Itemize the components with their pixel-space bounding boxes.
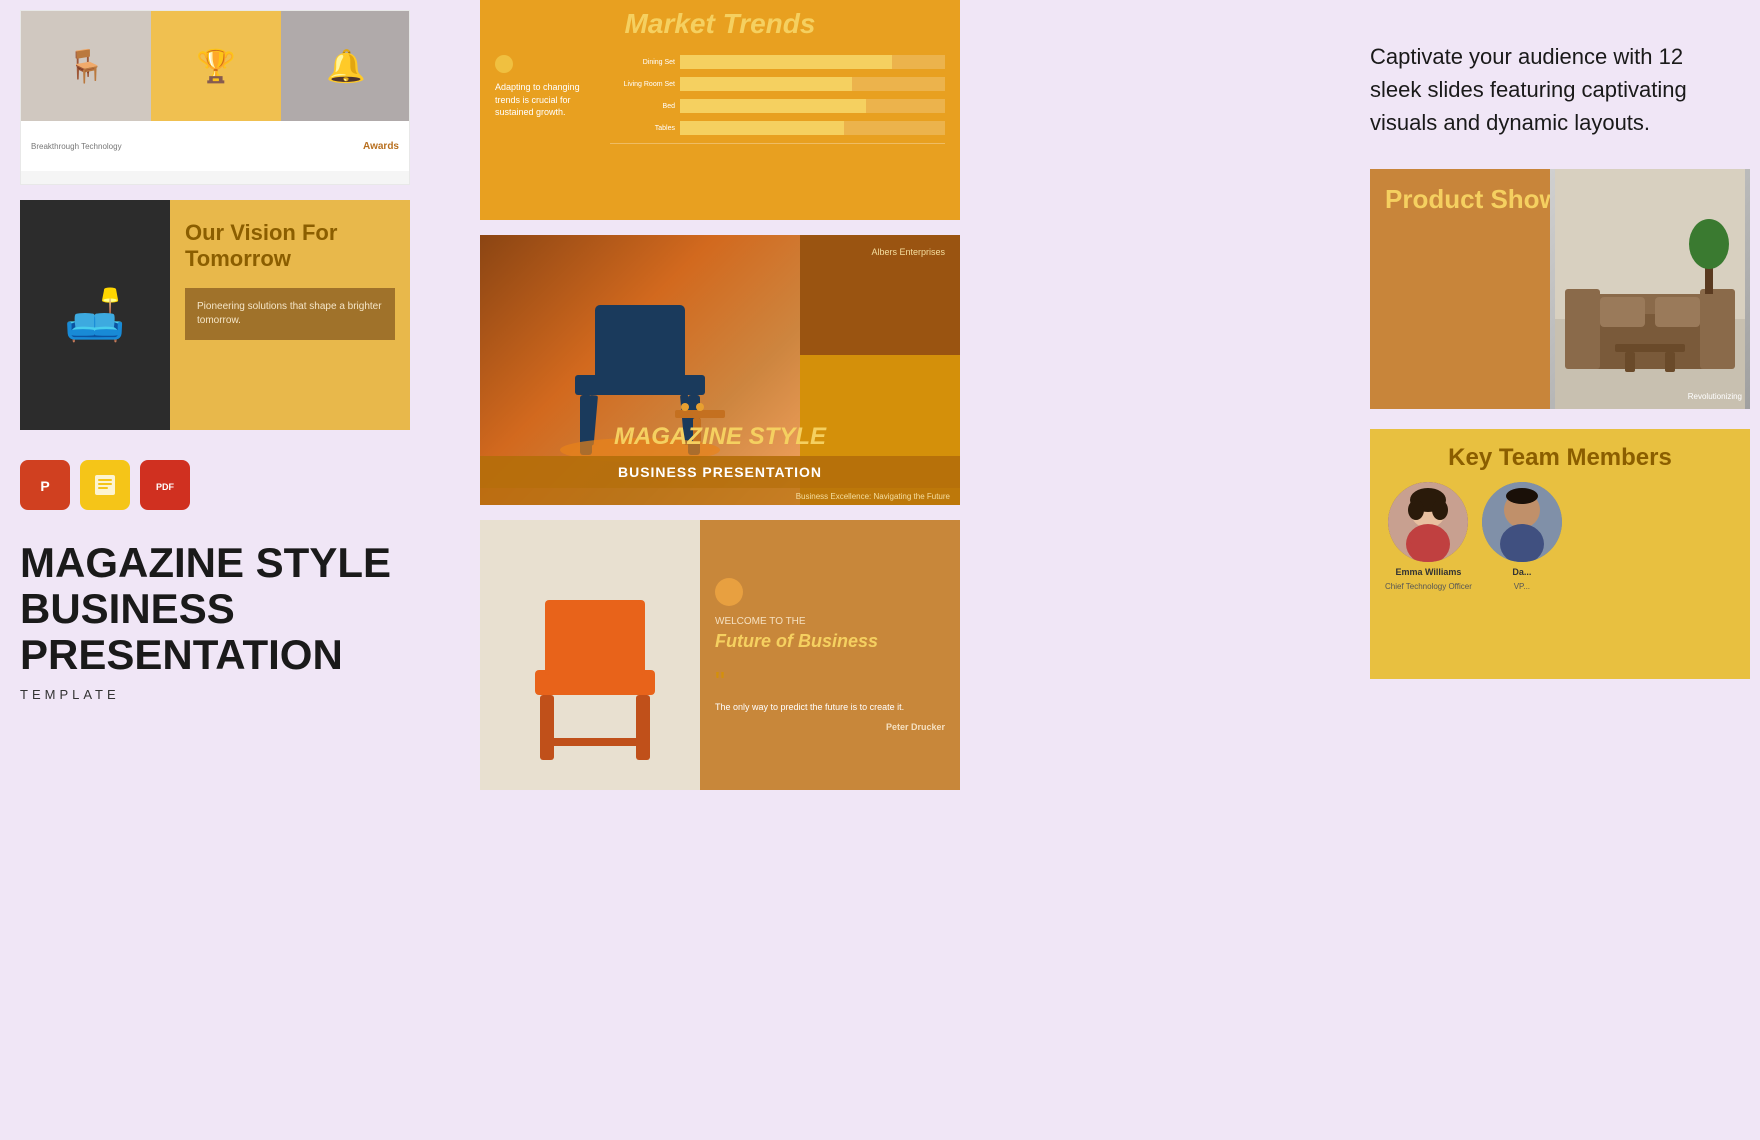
- thumb-chair: 🪑: [21, 11, 151, 121]
- ps-photo: [1550, 169, 1750, 409]
- bar-bg-4: [680, 121, 945, 135]
- center-column: Market Trends Adapting to changing trend…: [460, 0, 1360, 1140]
- mag-company: Albers Enterprises: [871, 247, 945, 257]
- left-column: 🪑 🏆 🔔 Breakthrough Technology Awards 🛋️ …: [0, 0, 460, 1140]
- svg-text:PDF: PDF: [156, 482, 175, 492]
- mt-chart: Dining Set Living Room Set Bed: [610, 55, 945, 144]
- mt-left-panel: Adapting to changing trends is crucial f…: [495, 55, 595, 119]
- bar-label-2: Living Room Set: [610, 81, 675, 88]
- avatar-member2-svg: [1482, 482, 1562, 562]
- mag-title-area: MAGAZINE STYLE BUSINESS PRESENTATION Bus…: [480, 418, 960, 505]
- welcome-slide[interactable]: WELCOME TO THE Future of Business " The …: [480, 520, 960, 790]
- product-showcase-slide[interactable]: Product Showcase: [1370, 169, 1750, 409]
- welcome-circle: [715, 578, 743, 606]
- magazine-main-slide[interactable]: Albers Enterprises MAGAZINE STYLE BUSINE…: [480, 235, 960, 505]
- awards-slide[interactable]: 🪑 🏆 🔔 Breakthrough Technology Awards: [20, 10, 410, 185]
- vision-slide[interactable]: 🛋️ Our Vision For Tomorrow Pioneering so…: [20, 200, 410, 430]
- awards-label: Awards: [363, 141, 399, 152]
- bar-label-4: Tables: [610, 125, 675, 132]
- welcome-right: WELCOME TO THE Future of Business " The …: [700, 520, 960, 790]
- avatar-emma: [1388, 482, 1468, 562]
- description-text: Captivate your audience with 12 sleek sl…: [1370, 40, 1730, 139]
- welcome-title: Future of Business: [715, 631, 945, 653]
- mag-title-band: BUSINESS PRESENTATION: [480, 456, 960, 488]
- main-title: MAGAZINE STYLE BUSINESS PRESENTATION: [20, 540, 440, 679]
- bar-fill-2: [680, 77, 852, 91]
- mag-band-text: BUSINESS PRESENTATION: [488, 464, 952, 480]
- bar-row-2: Living Room Set: [610, 77, 945, 91]
- welcome-left: [480, 520, 710, 790]
- main-layout: 🪑 🏆 🔔 Breakthrough Technology Awards 🛋️ …: [0, 0, 1760, 1140]
- member-name-emma: Emma Williams: [1395, 567, 1461, 577]
- bar-row-4: Tables: [610, 121, 945, 135]
- market-trends-slide[interactable]: Market Trends Adapting to changing trend…: [480, 0, 960, 220]
- member-2: Da... VP...: [1482, 482, 1562, 591]
- bar-fill-3: [680, 99, 866, 113]
- pdf-icon[interactable]: PDF: [140, 460, 190, 510]
- mag-italic-title: MAGAZINE STYLE: [480, 418, 960, 456]
- product-photo-svg: [1555, 169, 1745, 409]
- file-icons: P PDF: [20, 460, 440, 510]
- bar-bg-3: [680, 99, 945, 113]
- powerpoint-icon[interactable]: P: [20, 460, 70, 510]
- mag-footer-text: Business Excellence: Navigating the Futu…: [480, 488, 960, 505]
- thumb-bell: 🔔: [281, 11, 410, 121]
- member-role-emma: Chief Technology Officer: [1385, 582, 1472, 591]
- breakthrough-label: Breakthrough Technology: [31, 142, 122, 151]
- main-title-block: MAGAZINE STYLE BUSINESS PRESENTATION TEM…: [20, 540, 440, 702]
- avatar-member2: [1482, 482, 1562, 562]
- vision-content: Our Vision For Tomorrow Pioneering solut…: [170, 200, 410, 430]
- vision-bg: 🛋️: [20, 200, 170, 430]
- welcome-chair-svg: [515, 560, 675, 780]
- main-subtitle: TEMPLATE: [20, 687, 440, 702]
- thumb-trophy: 🏆: [151, 11, 281, 121]
- bar-row-1: Dining Set: [610, 55, 945, 69]
- vision-subtitle: Pioneering solutions that shape a bright…: [185, 288, 395, 340]
- bar-fill-1: [680, 55, 892, 69]
- vision-title: Our Vision For Tomorrow: [185, 220, 395, 273]
- bar-label-1: Dining Set: [610, 59, 675, 66]
- member-role-2: VP...: [1514, 582, 1530, 591]
- bar-bg-2: [680, 77, 945, 91]
- quote-mark: ": [715, 668, 945, 696]
- bar-bg-1: [680, 55, 945, 69]
- welcome-to-text: WELCOME TO THE: [715, 616, 945, 627]
- google-slides-icon[interactable]: [80, 460, 130, 510]
- member-emma: Emma Williams Chief Technology Officer: [1385, 482, 1472, 591]
- right-column: Captivate your audience with 12 sleek sl…: [1360, 0, 1760, 1140]
- avatar-emma-svg: [1388, 482, 1468, 562]
- svg-text:P: P: [40, 478, 49, 494]
- ps-revolutionizing: Revolutionizing: [1688, 392, 1742, 401]
- welcome-author: Peter Drucker: [715, 722, 945, 732]
- team-members: Emma Williams Chief Technology Officer: [1370, 482, 1750, 591]
- chart-axis: [610, 143, 945, 144]
- bar-label-3: Bed: [610, 103, 675, 110]
- bar-row-3: Bed: [610, 99, 945, 113]
- welcome-quote: The only way to predict the future is to…: [715, 701, 945, 714]
- team-title: Key Team Members: [1370, 429, 1750, 482]
- member-name-2: Da...: [1512, 567, 1531, 577]
- key-team-slide[interactable]: Key Team Members: [1370, 429, 1750, 679]
- mt-description: Adapting to changing trends is crucial f…: [495, 81, 595, 119]
- market-trends-title: Market Trends: [480, 0, 960, 48]
- bar-fill-4: [680, 121, 844, 135]
- mt-circle: [495, 55, 513, 73]
